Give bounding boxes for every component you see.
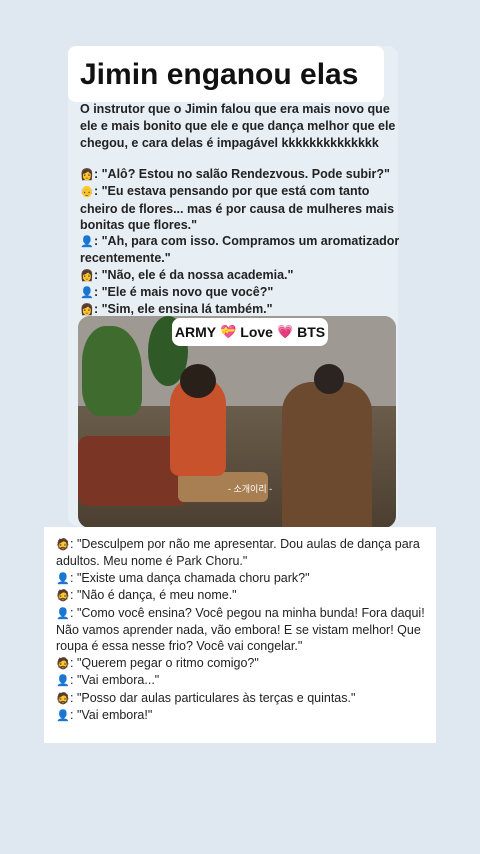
video-man-head bbox=[314, 364, 344, 394]
bust-silhouette-icon: 👤 bbox=[56, 607, 70, 620]
dialog-line: 👤: "Vai embora!" bbox=[56, 707, 428, 724]
heart-icon: 💝 bbox=[220, 324, 237, 339]
badge-love: Love bbox=[240, 324, 273, 340]
dialog-line: 🧔: "Posso dar aulas particulares às terç… bbox=[56, 690, 428, 707]
badge-army: ARMY bbox=[174, 324, 217, 340]
dialog-line: 🧔: "Desculpem por não me apresentar. Dou… bbox=[56, 537, 420, 569]
person-blonde-emoji-icon: 👩 bbox=[80, 269, 94, 282]
bust-silhouette-icon: 👤 bbox=[80, 287, 94, 300]
video-man bbox=[282, 382, 372, 528]
man-face-emoji-icon: 🧔 bbox=[56, 590, 70, 603]
dialog-line: 👤: "Ah, para com isso. Compramos um arom… bbox=[80, 234, 400, 266]
dialog-top: 👩: "Alô? Estou no salão Rendezvous. Pode… bbox=[80, 166, 400, 319]
dialog-line: 👩: "Alô? Estou no salão Rendezvous. Pode… bbox=[80, 166, 400, 183]
man-face-emoji-icon: 🧔 bbox=[56, 692, 70, 705]
dialog-bottom: 🧔: "Desculpem por não me apresentar. Dou… bbox=[56, 536, 428, 724]
dialog-line: 👴: "Eu estava pensando por que está com … bbox=[80, 184, 395, 232]
heart-icon: 💗 bbox=[276, 324, 294, 339]
intro-text: O instrutor que o Jimin falou que era ma… bbox=[80, 102, 396, 150]
bust-silhouette-icon: 👤 bbox=[56, 710, 70, 723]
dialog-line: 👤: "Existe uma dança chamada choru park?… bbox=[56, 570, 428, 587]
dialog-line: 👤: "Vai embora..." bbox=[56, 672, 428, 689]
badge-bts: BTS bbox=[297, 324, 326, 340]
dialog-line: 🧔: "Não é dança, é meu nome." bbox=[56, 587, 428, 604]
dialog-line: 👤: "Como você ensina? Você pegou na minh… bbox=[56, 605, 425, 654]
person-blonde-emoji-icon: 👩 bbox=[80, 169, 94, 181]
video-frame[interactable]: - 소개이리 - bbox=[78, 316, 396, 528]
dialog-line: 👩: "Não, ele é da nossa academia." bbox=[80, 267, 400, 284]
older-man-emoji-icon: 👴 bbox=[80, 186, 94, 199]
video-woman-head bbox=[180, 364, 216, 398]
man-face-emoji-icon: 🧔 bbox=[56, 539, 70, 551]
man-face-emoji-icon: 🧔 bbox=[56, 657, 70, 670]
bust-silhouette-icon: 👤 bbox=[80, 236, 94, 249]
bust-silhouette-icon: 👤 bbox=[56, 572, 70, 585]
dialog-line: 👤: "Ele é mais novo que você?" bbox=[80, 284, 400, 301]
video-plant bbox=[82, 326, 142, 416]
dialog-line: 🧔: "Querem pegar o ritmo comigo?" bbox=[56, 655, 428, 672]
video-subtitle: - 소개이리 - bbox=[228, 484, 273, 494]
post-title: Jimin enganou elas bbox=[80, 58, 359, 91]
bust-silhouette-icon: 👤 bbox=[56, 675, 70, 688]
watermark-badge: ARMY 💝 Love 💗 BTS bbox=[172, 318, 328, 346]
